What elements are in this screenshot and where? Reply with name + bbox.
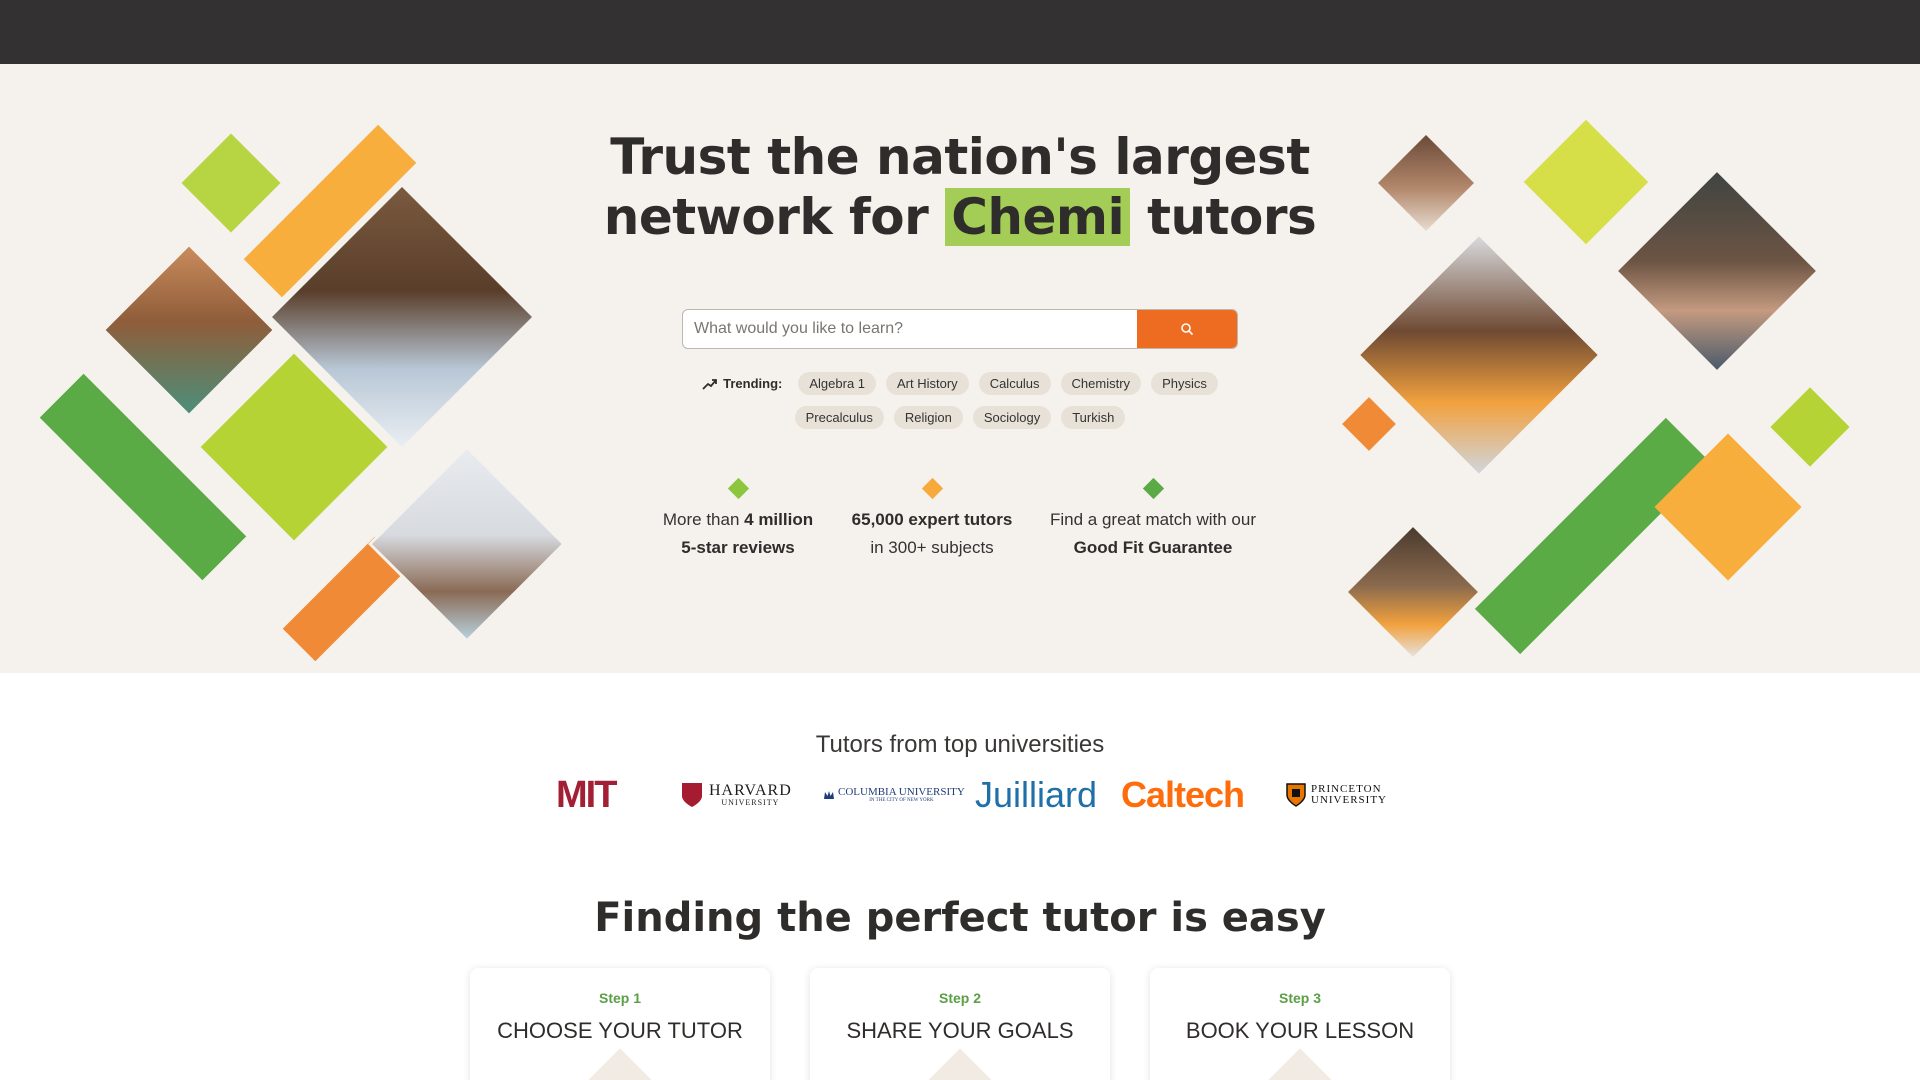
stat-bold: 65,000 expert tutors (851, 510, 1013, 529)
trending-row-2: Precalculus Religion Sociology Turkish (0, 406, 1920, 429)
stat-diamond-icon (727, 477, 749, 500)
photo-student-headphones (1343, 522, 1483, 662)
trending-chip[interactable]: Turkish (1061, 406, 1126, 429)
steps-heading: Finding the perfect tutor is easy (594, 895, 1326, 941)
stat-tutors: 65,000 expert tutors in 300+ subjects (817, 477, 1047, 562)
decor-diamond-lime-small (1770, 387, 1850, 467)
headline-highlight: Chemi (945, 188, 1131, 246)
stat-line-1: Find a great match with our (1050, 510, 1256, 529)
logo-caltech: Caltech (1121, 770, 1245, 820)
logo-mit: MIT (556, 770, 617, 820)
trending-chip[interactable]: Physics (1151, 372, 1218, 395)
trending-chip[interactable]: Calculus (978, 372, 1051, 395)
trending-chip[interactable]: Precalculus (794, 406, 884, 429)
stat-line-2: in 300+ subjects (870, 538, 994, 557)
step-illustration (1260, 1048, 1340, 1080)
logo-mit-text: MIT (556, 773, 617, 816)
trending-label-text: Trending: (723, 376, 783, 391)
stat-line-2-text: Good Fit Guarantee (1073, 538, 1233, 557)
step-illustration (920, 1048, 1000, 1080)
logo-harvard-text: HARVARD (709, 782, 792, 799)
hero-section: Trust the nation's largest network for C… (0, 64, 1920, 673)
step-illustration (580, 1048, 660, 1080)
stat-line-2: Good Fit Guarantee (1038, 534, 1268, 562)
top-nav-bar (0, 0, 1920, 64)
decor-bar-green (39, 373, 247, 581)
trending-label: Trending: (702, 376, 782, 391)
step-number: Step 1 (598, 990, 641, 1006)
universities-title: Tutors from top universities (815, 731, 1105, 758)
logo-juilliard-text: Juilliard (975, 774, 1098, 815)
trending-chip[interactable]: Algebra 1 (798, 372, 877, 395)
trending-chip[interactable]: Sociology (972, 406, 1052, 429)
stat-diamond-icon (1142, 477, 1164, 500)
logo-columbia-text: COLUMBIA UNIVERSITY (838, 786, 965, 798)
logo-princeton-sub: UNIVERSITY (1311, 794, 1387, 806)
princeton-shield-icon (1286, 783, 1306, 807)
logo-caltech-text: Caltech (1121, 774, 1245, 815)
stat-line-2-text: 5-star reviews (681, 538, 795, 557)
step-title: CHOOSE YOUR TUTOR (497, 1018, 743, 1043)
trending-row-1: Trending: Algebra 1 Art History Calculus… (0, 372, 1920, 395)
headline-post: tutors (1130, 188, 1317, 246)
logo-columbia: COLUMBIA UNIVERSITY IN THE CITY OF NEW Y… (823, 770, 965, 820)
logo-harvard-sub: UNIVERSITY (721, 798, 780, 807)
decor-bar-green (1474, 417, 1712, 655)
stat-diamond-icon (921, 477, 943, 500)
logo-juilliard: Juilliard (975, 770, 1097, 820)
step-card-1[interactable]: Step 1 CHOOSE YOUR TUTOR (470, 968, 770, 1080)
step-title: SHARE YOUR GOALS (846, 1018, 1074, 1043)
logo-harvard: HARVARD UNIVERSITY (681, 770, 792, 820)
search-bar (682, 309, 1238, 349)
stat-guarantee: Find a great match with our Good Fit Gua… (1038, 477, 1268, 562)
harvard-shield-icon (682, 783, 702, 807)
trending-chip[interactable]: Religion (893, 406, 963, 429)
search-input[interactable] (683, 310, 1141, 348)
headline-pre: network for (603, 188, 946, 246)
logo-princeton: PRINCETON UNIVERSITY (1286, 770, 1387, 820)
step-card-3[interactable]: Step 3 BOOK YOUR LESSON (1150, 968, 1450, 1080)
stat-line-1: 65,000 expert tutors (817, 506, 1047, 534)
search-button[interactable] (1137, 310, 1237, 348)
step-number: Step 2 (938, 990, 981, 1006)
trending-up-icon (702, 378, 718, 390)
step-card-2[interactable]: Step 2 SHARE YOUR GOALS (810, 968, 1110, 1080)
search-icon (1181, 323, 1194, 336)
step-title: BOOK YOUR LESSON (1185, 1018, 1415, 1043)
trending-chip[interactable]: Art History (886, 372, 969, 395)
step-number: Step 3 (1278, 990, 1321, 1006)
columbia-crown-icon (824, 791, 834, 799)
university-logos: MIT HARVARD UNIVERSITY COLUMBIA UNIVERSI… (0, 770, 1920, 820)
photo-tutor-woman-whiteboard (368, 445, 566, 643)
logo-columbia-sub: IN THE CITY OF NEW YORK (869, 798, 934, 803)
stat-pre: More than (662, 510, 745, 529)
trending-chip[interactable]: Chemistry (1060, 372, 1142, 395)
stat-bold: 4 million (744, 510, 814, 529)
photo-tutor-woman-orange (1355, 231, 1603, 479)
